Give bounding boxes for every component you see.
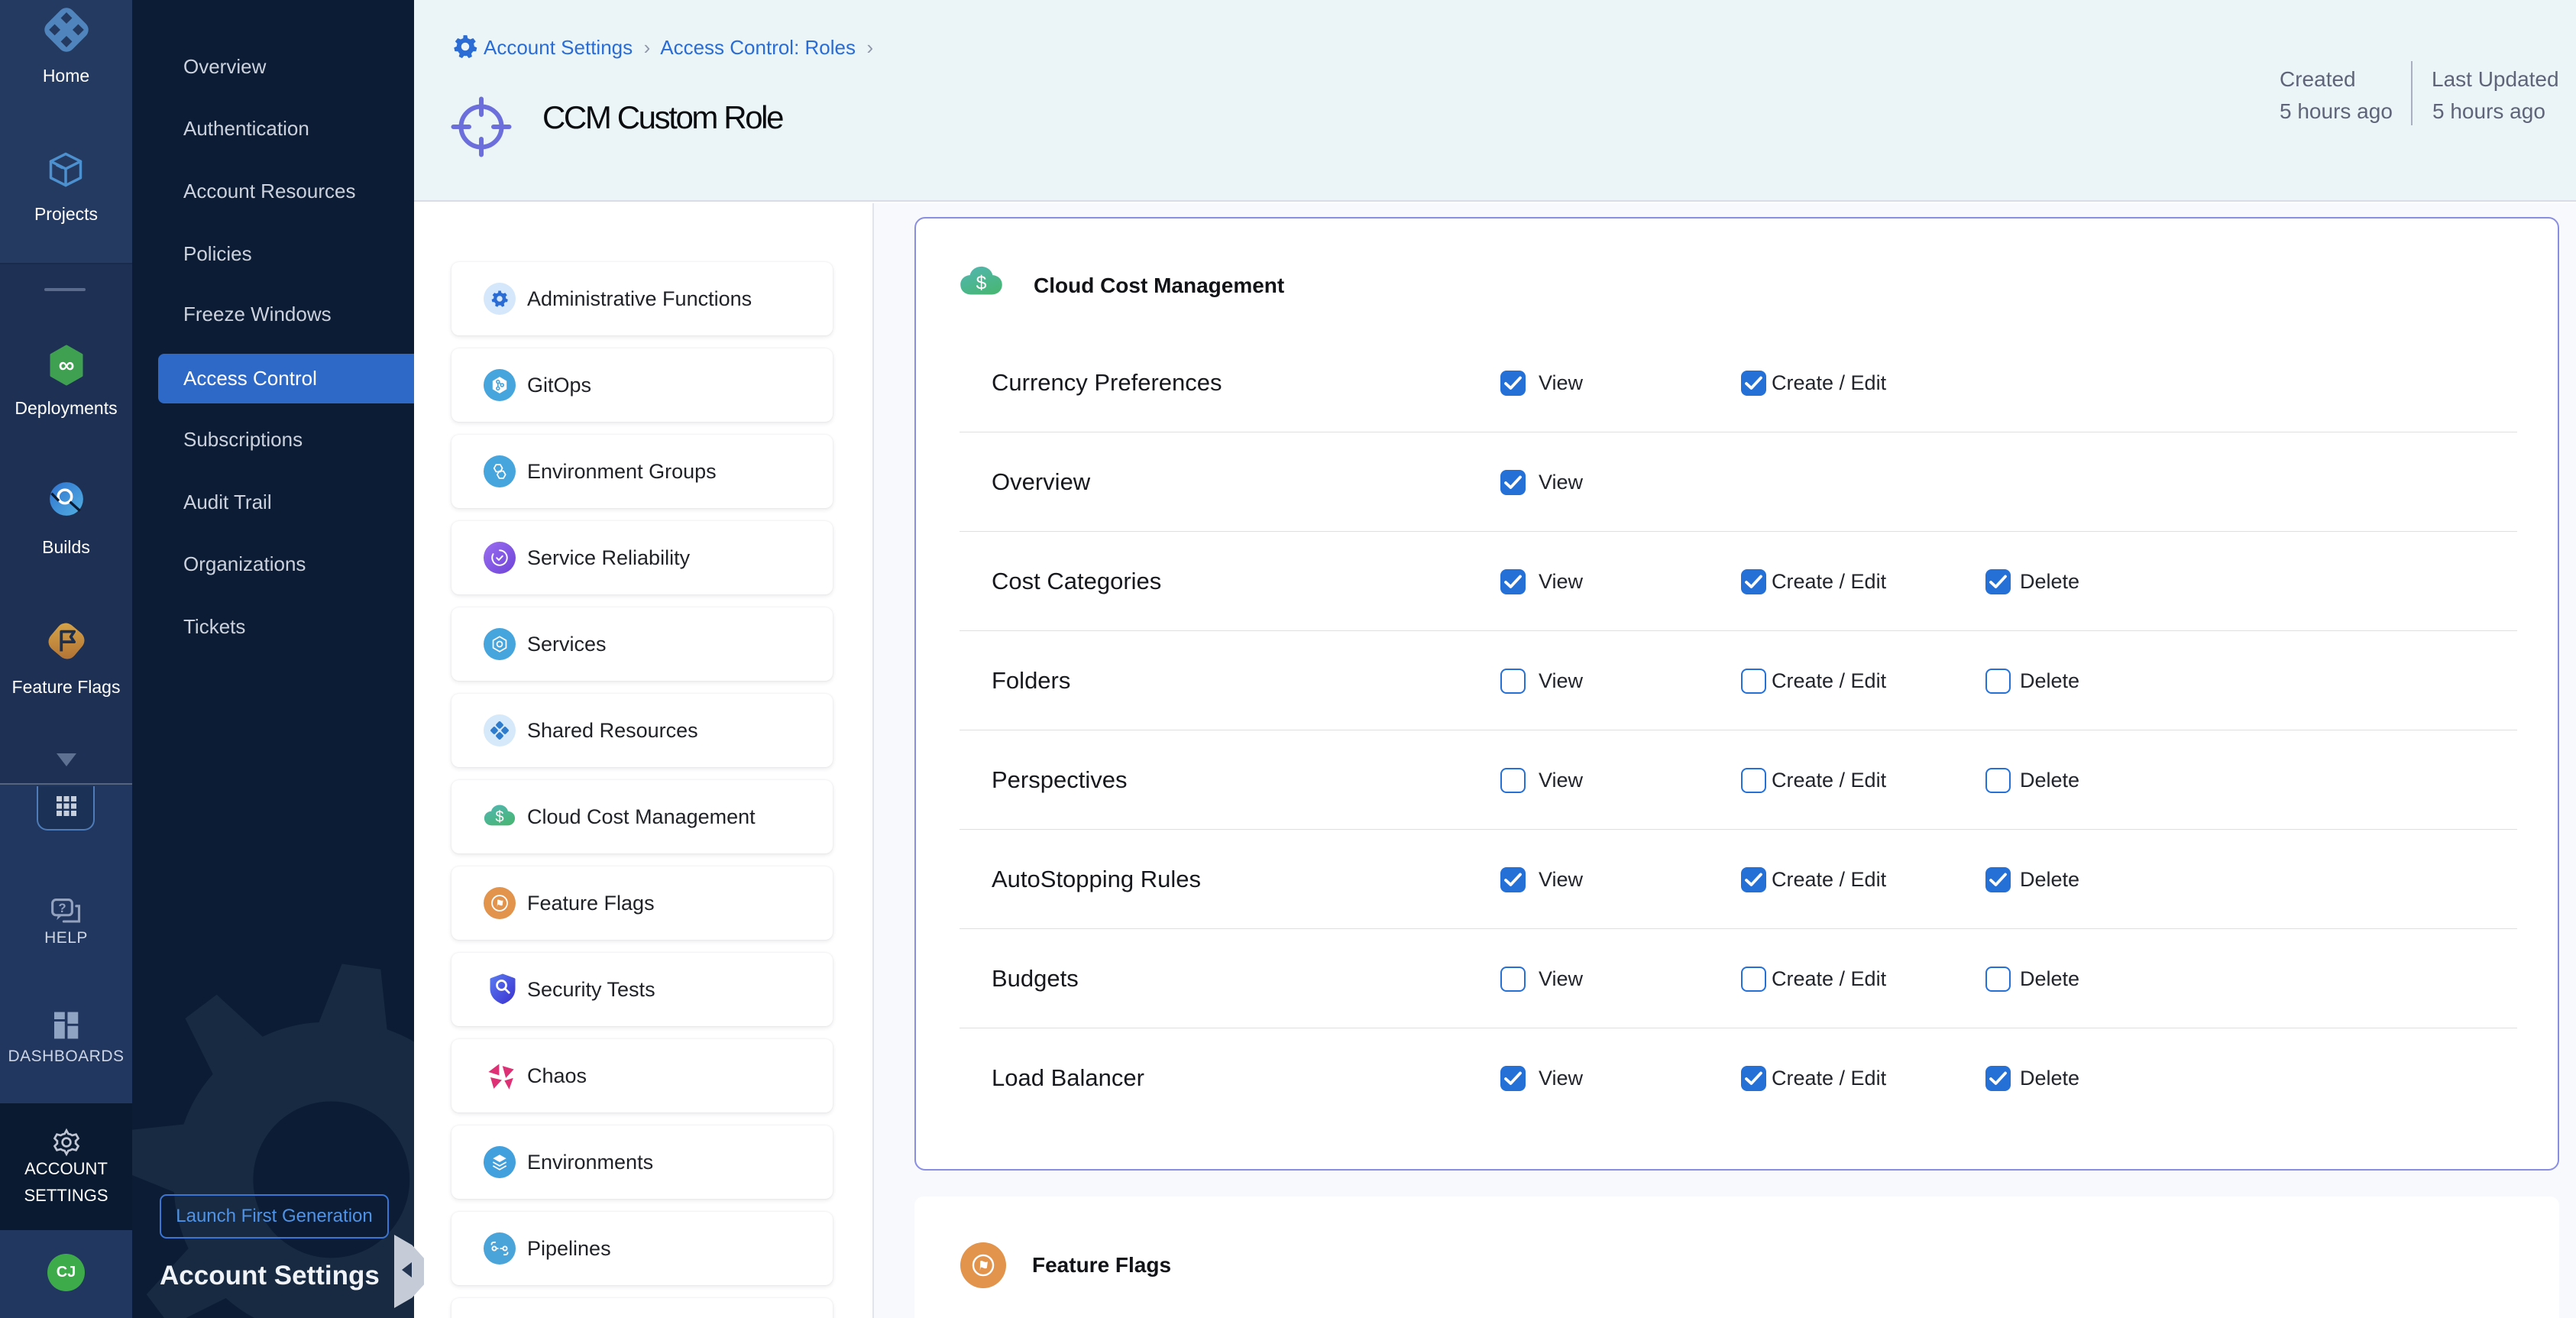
- svg-text:?: ?: [58, 902, 66, 915]
- svg-text:$: $: [976, 274, 987, 294]
- svg-text:∞: ∞: [59, 353, 75, 377]
- svg-text:$: $: [495, 808, 503, 825]
